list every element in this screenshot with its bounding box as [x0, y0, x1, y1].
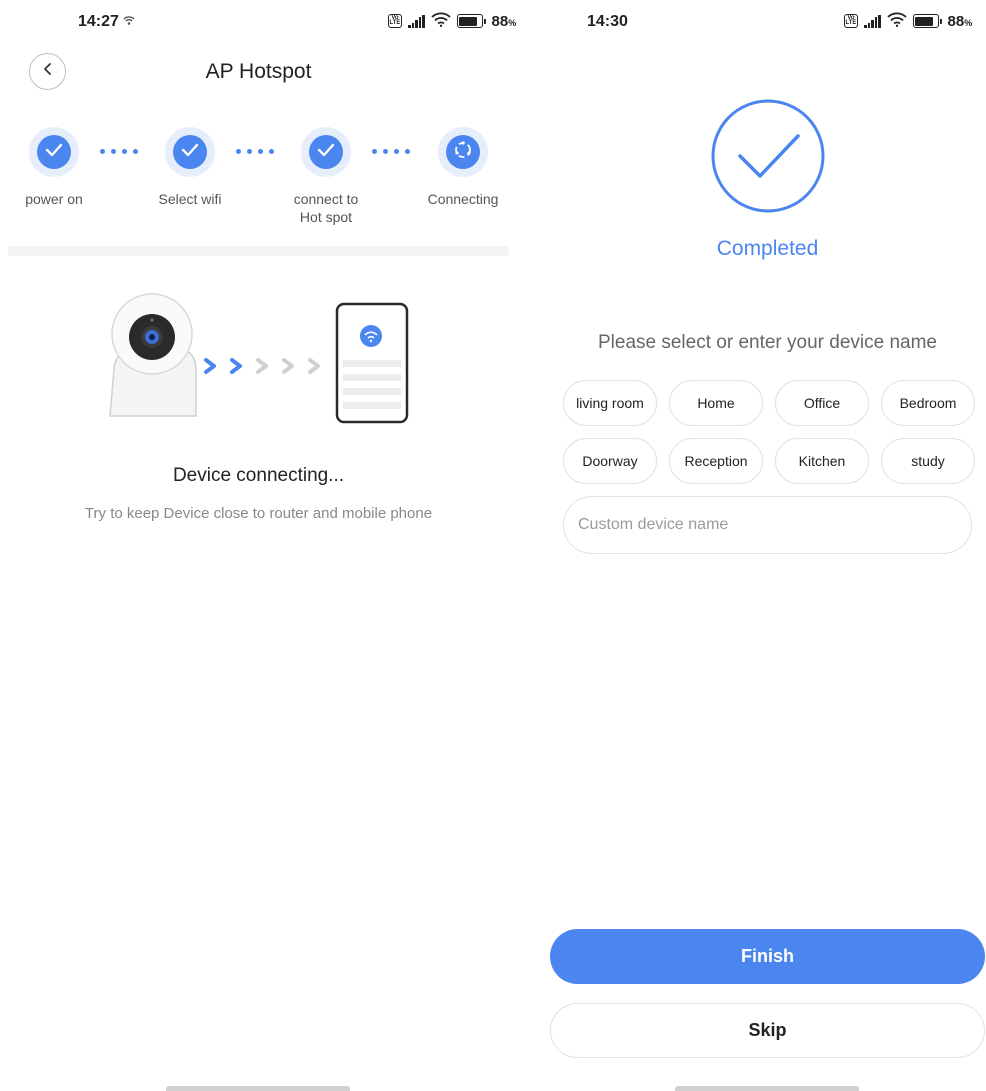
name-option-doorway[interactable]: Doorway [563, 438, 657, 484]
step-label: connect to Hot spot [293, 191, 359, 225]
device-name-prompt: Please select or enter your device name [597, 332, 937, 353]
wifi-icon [886, 12, 907, 30]
name-option-reception[interactable]: Reception [669, 438, 763, 484]
device-name-screen: 14:30 Vo LTE 88% Completed Please select … [527, 0, 986, 1091]
completed-label: Completed [716, 237, 819, 260]
step-connect-hotspot: connect to Hot spot [266, 127, 386, 226]
step-connecting: Connecting [403, 127, 523, 208]
check-icon [181, 143, 199, 162]
status-icons: Vo LTE 88% [844, 12, 972, 30]
hotspot-status-icon [122, 13, 136, 32]
loading-icon [453, 140, 473, 165]
home-indicator[interactable] [675, 1086, 859, 1091]
battery-icon [912, 14, 942, 28]
battery-icon [456, 14, 486, 28]
name-option-bedroom[interactable]: Bedroom [881, 380, 975, 426]
signal-icon [408, 14, 425, 28]
status-icons: Vo LTE 88% [388, 12, 516, 30]
home-indicator[interactable] [166, 1086, 350, 1091]
progress-steps: power on Select wifi connect to Hot spot [0, 127, 517, 237]
skip-button[interactable]: Skip [550, 1003, 985, 1058]
connecting-hint: Try to keep Device close to router and m… [84, 505, 433, 522]
device-connection-illustration [100, 292, 420, 432]
name-option-kitchen[interactable]: Kitchen [775, 438, 869, 484]
connecting-title: Device connecting... [172, 465, 345, 486]
battery-percent: 88% [947, 12, 973, 30]
volte-icon: Vo LTE [388, 14, 402, 28]
name-option-living-room[interactable]: living room [563, 380, 657, 426]
status-time: 14:30 [587, 13, 628, 30]
finish-button[interactable]: Finish [550, 929, 985, 984]
name-option-home[interactable]: Home [669, 380, 763, 426]
status-bar: 14:30 Vo LTE 88% [527, 0, 986, 40]
completed-check-icon [710, 98, 826, 214]
step-select-wifi: Select wifi [130, 127, 250, 208]
section-divider [8, 246, 509, 256]
step-label: Connecting [427, 191, 499, 207]
ap-hotspot-screen: 14:27 Vo LTE 88% AP Hotspot power on Sel… [0, 0, 517, 1091]
page-title: AP Hotspot [205, 60, 312, 83]
camera-to-phone-icon [109, 293, 409, 424]
check-icon [45, 143, 63, 162]
volte-icon: Vo LTE [844, 14, 858, 28]
device-name-options: living room Home Office Bedroom Doorway … [563, 380, 975, 484]
name-option-study[interactable]: study [881, 438, 975, 484]
check-icon [317, 143, 335, 162]
step-label: power on [25, 191, 83, 207]
name-option-office[interactable]: Office [775, 380, 869, 426]
step-label: Select wifi [158, 191, 222, 207]
status-bar: 14:27 Vo LTE 88% [0, 0, 517, 40]
signal-icon [864, 14, 881, 28]
status-time: 14:27 [78, 13, 119, 30]
custom-device-name-input[interactable] [563, 496, 972, 554]
step-power-on: power on [0, 127, 114, 208]
wifi-icon [430, 12, 451, 30]
battery-percent: 88% [491, 12, 517, 30]
